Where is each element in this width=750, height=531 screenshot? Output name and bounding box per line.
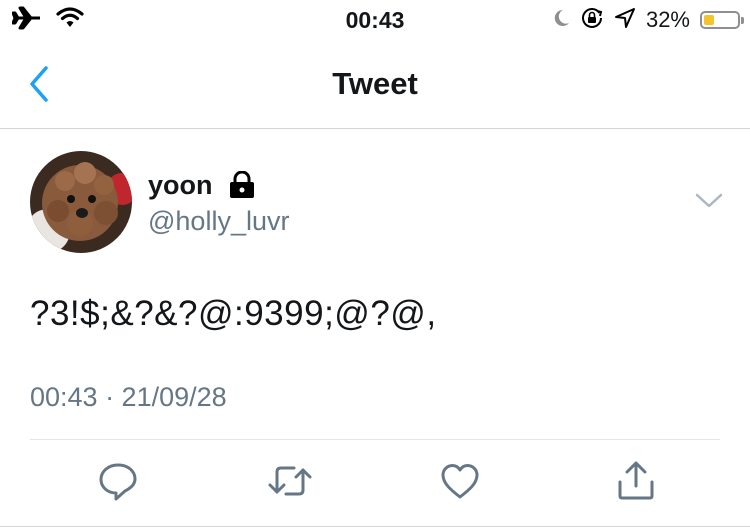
chevron-down-icon (694, 193, 724, 215)
share-button[interactable] (612, 459, 660, 507)
page-title: Tweet (332, 66, 418, 101)
status-bar: 00:43 32% (0, 0, 750, 40)
reply-icon (97, 460, 139, 507)
reply-button[interactable] (94, 459, 142, 507)
author-name[interactable]: yoon (148, 169, 213, 201)
rotation-lock-icon (580, 6, 604, 35)
battery-percent: 32% (645, 7, 690, 32)
like-icon (439, 461, 481, 506)
tweet-timestamp: 00:43 · 21/09/28 (30, 382, 227, 412)
battery-icon (700, 11, 744, 29)
nav-bar: Tweet (0, 40, 750, 129)
bottom-divider (0, 526, 750, 527)
location-arrow-icon (614, 7, 636, 34)
tweet-actions (0, 459, 750, 509)
retweet-button[interactable] (266, 459, 314, 507)
like-button[interactable] (436, 459, 484, 507)
status-right-icons: 32% (552, 6, 744, 35)
author-handle[interactable]: @holly_luvr (148, 205, 289, 237)
lock-icon (228, 170, 256, 204)
tweet-text: ?3!$;&?&?@:9399;@?@, (30, 294, 437, 333)
avatar[interactable] (30, 151, 132, 253)
share-icon (616, 460, 656, 507)
divider (30, 439, 720, 440)
retweet-icon (267, 460, 313, 507)
moon-icon (552, 8, 570, 33)
tweet-options-button[interactable] (694, 191, 724, 211)
battery-level-fill (704, 15, 714, 25)
